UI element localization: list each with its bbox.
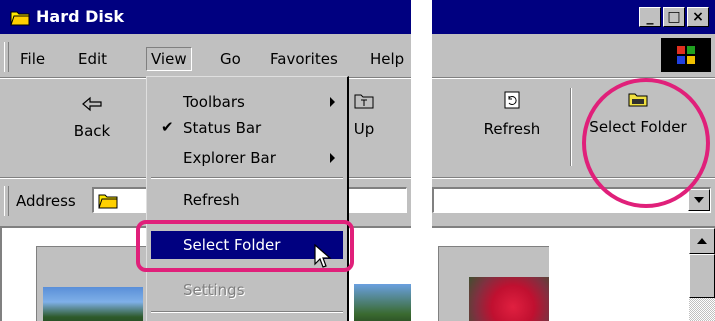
refresh-icon xyxy=(503,91,521,114)
explorer-window-left: Hard Disk File Edit View Go Favorites He… xyxy=(0,0,411,321)
submenu-arrow-icon xyxy=(330,153,335,163)
scroll-thumb[interactable] xyxy=(689,254,715,298)
thumbnail-image xyxy=(43,287,143,321)
back-arrow-icon xyxy=(81,96,103,116)
title-bar-right[interactable]: _ □ × xyxy=(432,0,715,34)
thumbnail-frame-right[interactable] xyxy=(438,246,549,321)
address-label: Address xyxy=(16,192,76,210)
title-bar[interactable]: Hard Disk xyxy=(0,0,411,34)
refresh-button[interactable]: Refresh xyxy=(472,90,552,138)
address-dropdown-button[interactable] xyxy=(688,189,710,211)
menu-item-explorer-bar[interactable]: Explorer Bar xyxy=(147,145,347,171)
menu-grip[interactable] xyxy=(4,42,9,72)
up-button[interactable]: Up xyxy=(346,90,382,138)
menu-file[interactable]: File xyxy=(20,50,45,68)
scrollbar[interactable] xyxy=(689,228,715,321)
maximize-icon[interactable]: □ xyxy=(663,7,685,27)
back-label: Back xyxy=(73,122,111,140)
callout-highlight-rect xyxy=(136,220,354,272)
menu-view[interactable]: View xyxy=(146,47,192,71)
menu-divider-right xyxy=(432,77,715,79)
toolbars-label: Toolbars xyxy=(183,93,245,111)
settings-label: Settings xyxy=(183,281,245,299)
folder-icon xyxy=(10,8,30,30)
explorer-window-right: _ □ × Refresh Select Folder xyxy=(432,0,715,321)
view-menu-dropdown: Toolbars ✔ Status Bar Explorer Bar Refre… xyxy=(146,76,349,321)
folder-content-area-right[interactable] xyxy=(432,226,715,321)
status-bar-label: Status Bar xyxy=(183,119,262,137)
dropdown-arrow-icon xyxy=(694,197,704,203)
menu-go[interactable]: Go xyxy=(220,50,241,68)
menu-separator xyxy=(151,311,343,313)
windows-logo-icon xyxy=(661,38,711,72)
checkmark-icon: ✔ xyxy=(161,118,174,136)
scroll-up-button[interactable] xyxy=(689,228,715,254)
flower-thumbnail-image xyxy=(469,277,549,321)
menu-edit[interactable]: Edit xyxy=(78,50,107,68)
refresh-label: Refresh xyxy=(483,120,541,138)
scroll-up-arrow-icon xyxy=(697,238,707,244)
callout-highlight-circle xyxy=(582,78,710,208)
menu-separator xyxy=(151,177,343,179)
menu-item-refresh[interactable]: Refresh xyxy=(147,187,347,213)
toolbar-vsep xyxy=(570,88,572,166)
menu-item-toolbars[interactable]: Toolbars xyxy=(147,89,347,115)
menu-item-settings: Settings xyxy=(147,277,347,303)
menu-item-status-bar[interactable]: ✔ Status Bar xyxy=(147,115,347,141)
up-label: Up xyxy=(353,120,375,138)
address-grip[interactable] xyxy=(4,186,9,216)
address-folder-icon xyxy=(98,191,118,213)
menu-bar: File Edit View Go Favorites Help xyxy=(0,38,411,75)
thumbnail-image-2 xyxy=(354,284,411,321)
menu-favorites[interactable]: Favorites xyxy=(270,50,338,68)
menu-bar-right xyxy=(432,38,715,75)
window-title: Hard Disk xyxy=(36,7,125,26)
refresh-label: Refresh xyxy=(183,191,240,209)
menu-help[interactable]: Help xyxy=(370,50,404,68)
close-icon[interactable]: × xyxy=(687,7,709,27)
up-folder-icon xyxy=(353,94,375,114)
submenu-arrow-icon xyxy=(330,97,335,107)
minimize-icon[interactable]: _ xyxy=(639,7,661,27)
window-controls: _ □ × xyxy=(639,7,709,27)
back-button[interactable]: Back xyxy=(62,96,122,140)
explorer-bar-label: Explorer Bar xyxy=(183,149,276,167)
